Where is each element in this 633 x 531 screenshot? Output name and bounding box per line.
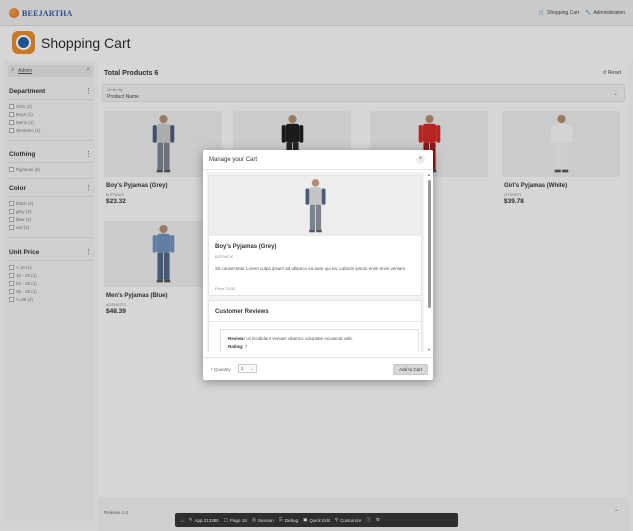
devbar-label: App 213380: [194, 517, 219, 523]
devbar-label: Customize: [340, 517, 362, 523]
product-description: Sit consectetur Lorem culpa ipsum ad ull…: [215, 266, 407, 271]
scroll-up-icon[interactable]: ▲: [427, 172, 431, 177]
product-sku: BJTRACK: [215, 254, 234, 259]
devbar-debug[interactable]: ☰ Debug: [279, 517, 298, 523]
pyjama-figure-icon: [305, 179, 325, 233]
product-name: Boy's Pyjamas (Grey): [215, 244, 277, 250]
dialog-body: Boy's Pyjamas (Grey) BJTRACK Sit consect…: [207, 172, 424, 352]
chevron-down-icon: ⌄: [250, 366, 254, 371]
dialog-footer: * Quantity 1 ⌄ Add to Cart: [203, 357, 433, 380]
devbar-label: Debug: [284, 517, 299, 523]
reviews-title: Customer Reviews: [215, 309, 269, 315]
info-icon[interactable]: ⓘ: [366, 517, 371, 523]
scroll-down-icon[interactable]: ▼: [427, 347, 431, 352]
dialog-title: Manage your Cart: [209, 157, 258, 163]
review-rating: Rating: 7: [228, 344, 248, 349]
home-icon[interactable]: ⌂: [181, 518, 184, 523]
close-icon[interactable]: ×: [416, 155, 425, 164]
devbar-page[interactable]: ▢ Page 18: [224, 517, 247, 523]
quantity-label: * Quantity: [211, 367, 231, 372]
scrollbar-thumb[interactable]: [428, 180, 431, 308]
review-text: Review: Ut incididunt veniam ullamco vol…: [228, 336, 353, 341]
manage-cart-dialog: Manage your Cart × Boy's Pyjamas (Grey) …: [203, 150, 433, 380]
add-to-cart-button[interactable]: Add to Cart: [393, 364, 428, 375]
devbar-quick-edit[interactable]: ▣ Quick Edit: [303, 517, 330, 523]
quantity-select[interactable]: 1 ⌄: [238, 364, 257, 373]
review-item: Review: Ut incididunt veniam ullamco vol…: [220, 329, 419, 352]
devbar-label: Page 18: [230, 517, 247, 523]
dialog-scrollbar[interactable]: ▲ ▼: [427, 172, 431, 352]
quantity-value: 1: [241, 366, 244, 371]
devbar-session[interactable]: ◎ Session: [252, 517, 274, 523]
product-image: [209, 176, 421, 236]
devbar-app[interactable]: ✎ App 213380: [189, 517, 219, 523]
product-detail-card: Boy's Pyjamas (Grey) BJTRACK Sit consect…: [208, 175, 422, 296]
gear-icon[interactable]: ⚙: [376, 517, 380, 523]
devbar-label: Quick Edit: [309, 517, 330, 523]
devbar-customize[interactable]: ⚲ Customize: [335, 517, 362, 523]
product-price: Price 23.32: [215, 286, 236, 291]
devbar-label: Session: [257, 517, 274, 523]
developer-toolbar: ⌂ ✎ App 213380 ▢ Page 18 ◎ Session ☰ Debug ▣…: [175, 513, 458, 527]
customer-reviews-panel: Customer Reviews Review: Ut incididunt v…: [208, 300, 422, 352]
